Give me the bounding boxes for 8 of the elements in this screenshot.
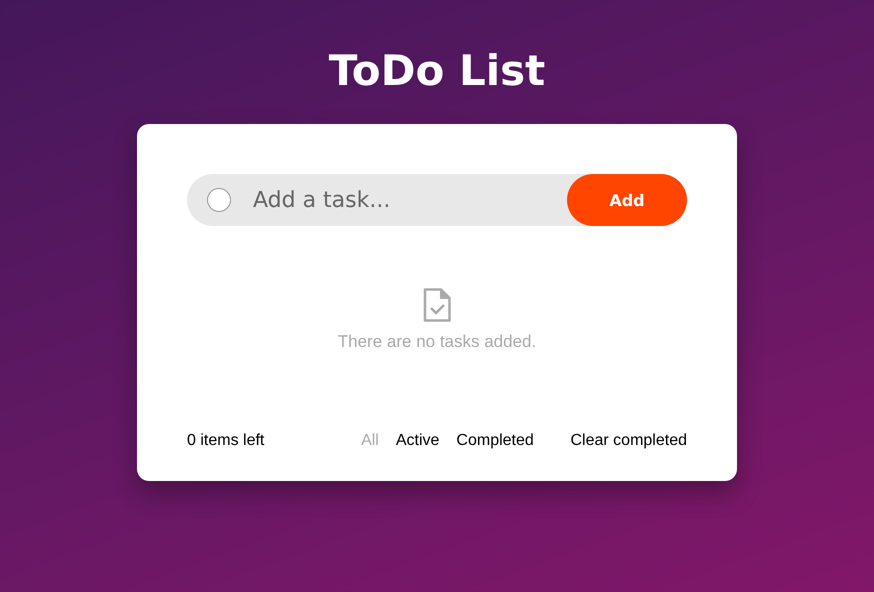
empty-message: There are no tasks added. (338, 332, 536, 352)
page-title: ToDo List (328, 45, 546, 97)
document-check-icon (423, 288, 451, 322)
items-left-count: 0 items left (187, 432, 264, 450)
task-checkbox[interactable] (207, 188, 231, 212)
filter-tab[interactable]: Active (396, 432, 440, 450)
clear-completed-link[interactable]: Clear completed (570, 432, 687, 450)
filter-tab[interactable]: Completed (456, 432, 534, 450)
